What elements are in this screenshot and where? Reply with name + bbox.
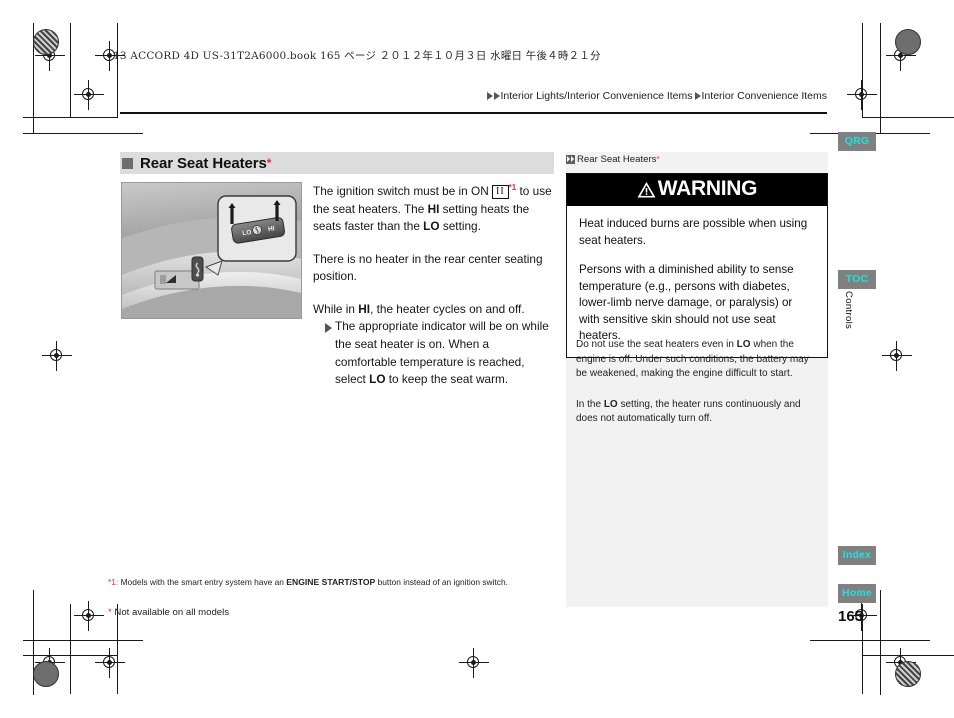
p1-hi: HI: [427, 201, 440, 216]
ignition-on-glyph: II: [492, 184, 509, 199]
breadcrumb-level1[interactable]: Interior Lights/Interior Convenience Ite…: [501, 90, 693, 102]
side-reference-label[interactable]: Rear Seat Heaters *: [566, 154, 660, 165]
breadcrumb-arrow-icon: [486, 92, 493, 100]
svg-text:LO: LO: [242, 229, 252, 237]
warning-paragraph-1: Heat induced burns are possible when usi…: [579, 217, 808, 247]
page-title: Rear Seat Heaters: [140, 154, 267, 172]
density-patch: [33, 661, 59, 687]
switch-callout-bubble: LO HI: [217, 195, 297, 262]
warning-title: WARNING: [657, 177, 758, 200]
registration-target-icon: [95, 648, 125, 678]
title-asterisk: *: [266, 156, 272, 170]
nav-tab-qrg[interactable]: QRG: [838, 132, 876, 151]
crop-mark: [70, 23, 71, 118]
double-arrow-icon: [566, 155, 575, 164]
seat-heater-switch-on-door: [191, 256, 204, 282]
seat-heater-illustration: LO HI: [121, 182, 302, 319]
registration-target-icon: [74, 601, 104, 631]
crop-mark: [70, 604, 71, 694]
note1-lo: LO: [736, 339, 751, 350]
p3-hi: HI: [358, 301, 371, 316]
warning-box: WARNING Heat induced burns are possible …: [566, 173, 828, 358]
crop-mark: [862, 117, 954, 118]
p1-lo: LO: [423, 219, 440, 234]
sub-bullet-item: The appropriate indicator will be on whi…: [313, 318, 553, 388]
crop-mark: [810, 640, 930, 641]
note2-lo: LO: [603, 398, 618, 410]
body-text-column: The ignition switch must be in ON II *1 t…: [313, 179, 553, 389]
bullet-arrow-icon: [325, 323, 332, 334]
p1-text-d: setting.: [439, 219, 481, 234]
p3-sub-b: to keep the seat warm.: [385, 372, 509, 387]
breadcrumb-arrow-icon: [493, 92, 500, 100]
footnotes: *1: Models with the smart entry system h…: [108, 576, 558, 618]
footnote-1-text-a: Models with the smart entry system have …: [118, 577, 287, 587]
p1-text-a: The ignition switch must be in ON: [313, 183, 492, 198]
warning-header: WARNING: [567, 174, 827, 206]
crop-mark: [117, 23, 118, 118]
p3-text-b: , the heater cycles on and off.: [370, 301, 525, 316]
breadcrumb: Interior Lights/Interior Convenience Ite…: [486, 90, 827, 102]
page-number: 165: [838, 608, 864, 625]
warning-triangle-icon: [637, 181, 656, 198]
footnote-1: *1: Models with the smart entry system h…: [108, 576, 558, 588]
crop-mark: [23, 640, 143, 641]
header-rule: [120, 112, 827, 114]
body-paragraph-3: While in HI, the heater cycles on and of…: [313, 301, 553, 319]
crop-mark: [23, 117, 118, 118]
side-ref-text: Rear Seat Heaters: [577, 154, 657, 165]
book-source-line: 13 ACCORD 4D US-31T2A6000.book 165 ページ ２…: [113, 50, 601, 62]
density-patch: [895, 661, 921, 687]
footnote-2-text: Not available on all models: [111, 607, 230, 618]
side-note-2: In the LO setting, the heater runs conti…: [576, 398, 820, 427]
registration-target-icon: [882, 341, 912, 371]
density-patch: [33, 29, 59, 55]
body-paragraph-2: There is no heater in the rear center se…: [313, 251, 543, 284]
crop-mark: [23, 133, 143, 134]
registration-target-icon: [74, 80, 104, 110]
nav-tab-home[interactable]: Home: [838, 584, 876, 603]
footnote-1-marker: *1:: [108, 577, 119, 587]
crop-mark: [880, 590, 881, 695]
note2-a: In the: [576, 398, 604, 410]
illustration-svg: LO HI: [122, 183, 301, 318]
p3-sub-lo: LO: [369, 372, 386, 387]
side-ref-asterisk: *: [656, 155, 660, 164]
footnote-1-text-b: button instead of an ignition switch.: [375, 577, 508, 587]
nav-tab-toc[interactable]: TOC: [838, 270, 876, 289]
registration-target-icon: [42, 341, 72, 371]
warning-paragraph-2: Persons with a diminished ability to sen…: [579, 263, 794, 342]
nav-tab-index[interactable]: Index: [838, 546, 876, 565]
sub-bullet-text: The appropriate indicator will be on whi…: [335, 318, 553, 388]
side-note-1: Do not use the seat heaters even in LO w…: [576, 338, 820, 382]
section-title-bar: Rear Seat Heaters *: [120, 152, 554, 174]
side-notes: Do not use the seat heaters even in LO w…: [576, 338, 820, 443]
note1-a: Do not use the seat heaters even in: [576, 339, 737, 350]
registration-target-icon: [459, 648, 489, 678]
svg-text:HI: HI: [268, 225, 276, 233]
square-bullet-icon: [122, 157, 133, 169]
registration-target-icon: [847, 80, 877, 110]
density-patch: [895, 29, 921, 55]
warning-body: Heat induced burns are possible when usi…: [567, 206, 827, 357]
chapter-label: Controls: [843, 291, 854, 330]
breadcrumb-arrow-icon: [694, 92, 701, 100]
p3-text-a: While in: [313, 301, 359, 316]
footnote-2: * Not available on all models: [108, 607, 558, 618]
footnote-1-bold: ENGINE START/STOP: [286, 577, 376, 587]
body-paragraph-1: The ignition switch must be in ON II *1 t…: [313, 179, 553, 236]
breadcrumb-level2[interactable]: Interior Convenience Items: [702, 90, 827, 102]
